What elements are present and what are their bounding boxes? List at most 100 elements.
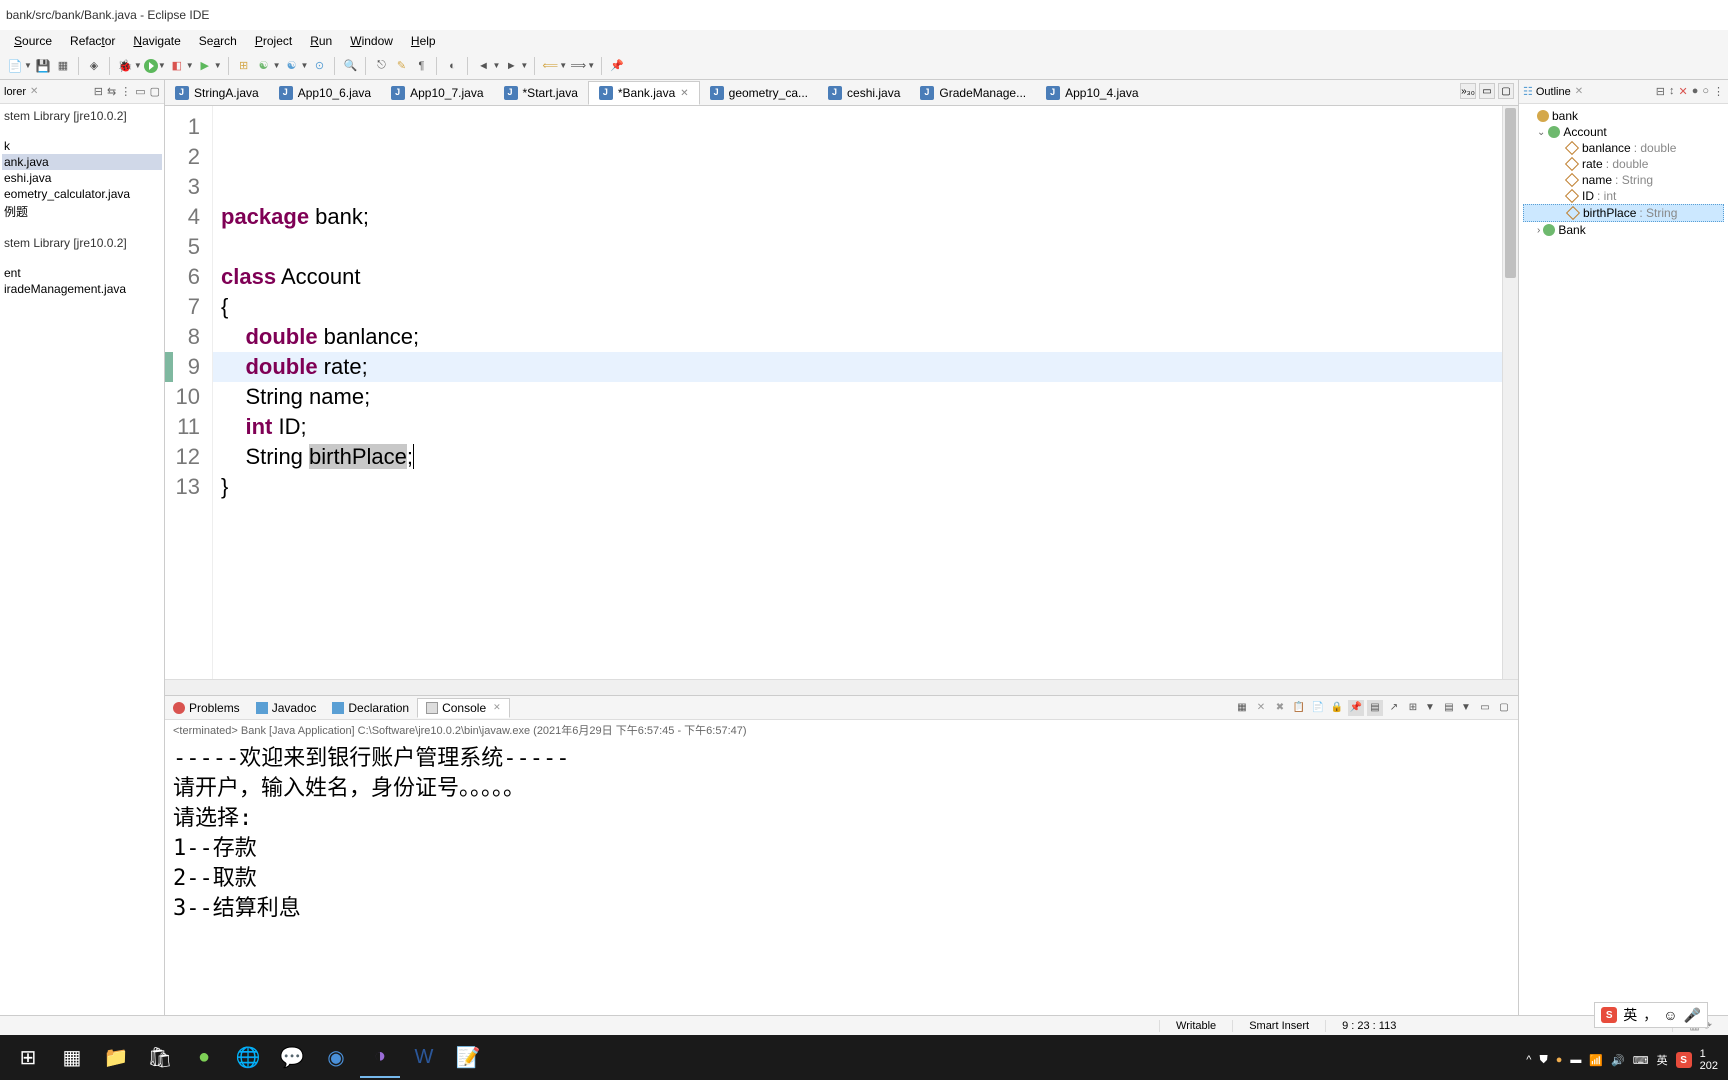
toggle-button[interactable]: ⎋	[372, 57, 390, 75]
tab-active[interactable]: *Bank.java✕	[588, 81, 700, 105]
dropdown-icon[interactable]: ▼	[520, 61, 528, 70]
file-explorer-button[interactable]: 📁	[96, 1038, 136, 1078]
app-button[interactable]: ◉	[316, 1038, 356, 1078]
open-type-button[interactable]: ⊙	[310, 57, 328, 75]
tree-item[interactable]: stem Library [jre10.0.2]	[2, 235, 162, 251]
close-icon[interactable]: ✕	[680, 88, 688, 99]
dropdown-icon[interactable]: ▼	[1422, 700, 1438, 716]
dropdown-icon[interactable]: ▼	[273, 61, 281, 70]
focus-icon[interactable]: ⊟	[1656, 85, 1665, 98]
tree-item[interactable]: ent	[2, 265, 162, 281]
filter-icon[interactable]: ●	[1692, 85, 1699, 98]
vertical-scrollbar[interactable]	[1502, 106, 1518, 679]
console-button[interactable]: ▤	[1441, 700, 1457, 716]
tray-icon[interactable]: ●	[1556, 1054, 1563, 1066]
menu-window[interactable]: Window	[342, 32, 401, 50]
remove-launch-button[interactable]: ✕	[1253, 700, 1269, 716]
console-output[interactable]: -----欢迎来到银行账户管理系统----- 请开户，输入姓名，身份证号。。。。…	[165, 740, 1518, 1035]
pin-button[interactable]: 📌	[608, 57, 626, 75]
outline-item[interactable]: bank	[1523, 108, 1724, 124]
outline-item[interactable]: birthPlace : String	[1523, 204, 1724, 222]
dropdown-icon[interactable]: ▼	[158, 61, 166, 70]
remove-all-button[interactable]: ✖	[1272, 700, 1288, 716]
tab[interactable]: App10_6.java	[269, 81, 381, 105]
code-editor[interactable]: 1 2 3 4 5 6 7 8 9 10 11 12 13 package ba…	[165, 106, 1518, 679]
clear-console-button[interactable]: 📄	[1310, 700, 1326, 716]
tab[interactable]: App10_4.java	[1036, 81, 1148, 105]
start-button[interactable]: ⊞	[8, 1038, 48, 1078]
tab[interactable]: App10_7.java	[381, 81, 493, 105]
annotation-button[interactable]: ◐	[443, 57, 461, 75]
tree-item[interactable]: eometry_calculator.java	[2, 186, 162, 202]
menu-search[interactable]: Search	[191, 32, 245, 50]
tab[interactable]: StringA.java	[165, 81, 269, 105]
dropdown-icon[interactable]: ▼	[301, 61, 309, 70]
keyboard-icon[interactable]: ⌨	[1633, 1054, 1649, 1067]
close-icon[interactable]: ✕	[30, 86, 38, 97]
link-editor-icon[interactable]: ⇆	[107, 85, 116, 98]
forward-button[interactable]: ⟹	[569, 57, 587, 75]
dropdown-icon[interactable]: ▼	[492, 61, 500, 70]
tab-javadoc[interactable]: Javadoc	[248, 699, 325, 717]
clock[interactable]: 1202	[1700, 1048, 1718, 1072]
battery-icon[interactable]: ▬	[1570, 1054, 1581, 1066]
console-button[interactable]: 📋	[1291, 700, 1307, 716]
outline-item[interactable]: ID : int	[1523, 188, 1724, 204]
filter-icon[interactable]: ✕	[1678, 85, 1687, 98]
new-class-button[interactable]: ☯	[255, 57, 273, 75]
tab[interactable]: GradeManage...	[910, 81, 1036, 105]
ime-toolbar[interactable]: S 英 ， ☺ 🎤	[1594, 1002, 1708, 1028]
scrollbar-thumb[interactable]	[1505, 108, 1516, 278]
ime-emoji[interactable]: ☺	[1663, 1007, 1677, 1023]
sogou-tray-icon[interactable]: S	[1676, 1052, 1692, 1068]
tray-up-icon[interactable]: ^	[1526, 1054, 1531, 1066]
tab[interactable]: *Start.java	[494, 81, 588, 105]
notes-button[interactable]: 📝	[448, 1038, 488, 1078]
maximize-icon[interactable]: ▢	[150, 85, 160, 98]
menu-run[interactable]: Run	[302, 32, 340, 50]
run-button[interactable]	[144, 59, 158, 73]
coverage-button[interactable]: ◧	[168, 57, 186, 75]
minimize-icon[interactable]: ▭	[1477, 700, 1493, 716]
menu-refactor[interactable]: Refactor	[62, 32, 123, 50]
back-button[interactable]: ⟸	[541, 57, 559, 75]
menu-source[interactable]: SoSourceurce	[6, 32, 60, 50]
dropdown-icon[interactable]: ▼	[134, 61, 142, 70]
scroll-lock-button[interactable]: 🔒	[1329, 700, 1345, 716]
outline-item[interactable]: banlance : double	[1523, 140, 1724, 156]
tab-declaration[interactable]: Declaration	[324, 699, 417, 717]
display-console-button[interactable]: ▤	[1367, 700, 1383, 716]
tab-console[interactable]: Console✕	[417, 698, 510, 718]
tab-problems[interactable]: Problems	[165, 699, 248, 717]
tree-item[interactable]: iradeManagement.java	[2, 281, 162, 297]
console-button[interactable]: ▦	[1234, 700, 1250, 716]
code-area[interactable]: package bank; class Account { double ban…	[213, 106, 1502, 679]
tree-item[interactable]: eshi.java	[2, 170, 162, 186]
lang-indicator[interactable]: 英	[1657, 1052, 1668, 1068]
expand-icon[interactable]: ⌄	[1537, 127, 1545, 138]
menu-navigate[interactable]: Navigate	[125, 32, 188, 50]
pin-console-button[interactable]: 📌	[1348, 700, 1364, 716]
maximize-icon[interactable]: ▢	[1498, 83, 1514, 99]
chrome-button[interactable]: 🌐	[228, 1038, 268, 1078]
wifi-icon[interactable]: 📶	[1589, 1054, 1603, 1067]
view-menu-icon[interactable]: ⋮	[120, 85, 131, 98]
tree-item[interactable]: stem Library [jre10.0.2]	[2, 108, 162, 124]
tool-button[interactable]: ☯	[283, 57, 301, 75]
dropdown-icon[interactable]: ▼	[24, 61, 32, 70]
dropdown-icon[interactable]: ▼	[1458, 700, 1474, 716]
tree-item[interactable]: ank.java	[2, 154, 162, 170]
show-more-tabs[interactable]: »₃₀	[1460, 83, 1476, 99]
dropdown-icon[interactable]: ▼	[186, 61, 194, 70]
store-button[interactable]: 🛍	[140, 1038, 180, 1078]
tool-button[interactable]: ◈	[85, 57, 103, 75]
nav-prev-button[interactable]: ◄	[474, 57, 492, 75]
volume-icon[interactable]: 🔊	[1611, 1054, 1625, 1067]
ext-tools-button[interactable]: ▶	[196, 57, 214, 75]
eclipse-button[interactable]: ◑	[360, 1038, 400, 1078]
tree-item[interactable]: k	[2, 138, 162, 154]
dropdown-icon[interactable]: ▼	[214, 61, 222, 70]
wechat-button[interactable]: 💬	[272, 1038, 312, 1078]
debug-button[interactable]	[116, 57, 134, 75]
toggle-button[interactable]: ¶	[412, 57, 430, 75]
